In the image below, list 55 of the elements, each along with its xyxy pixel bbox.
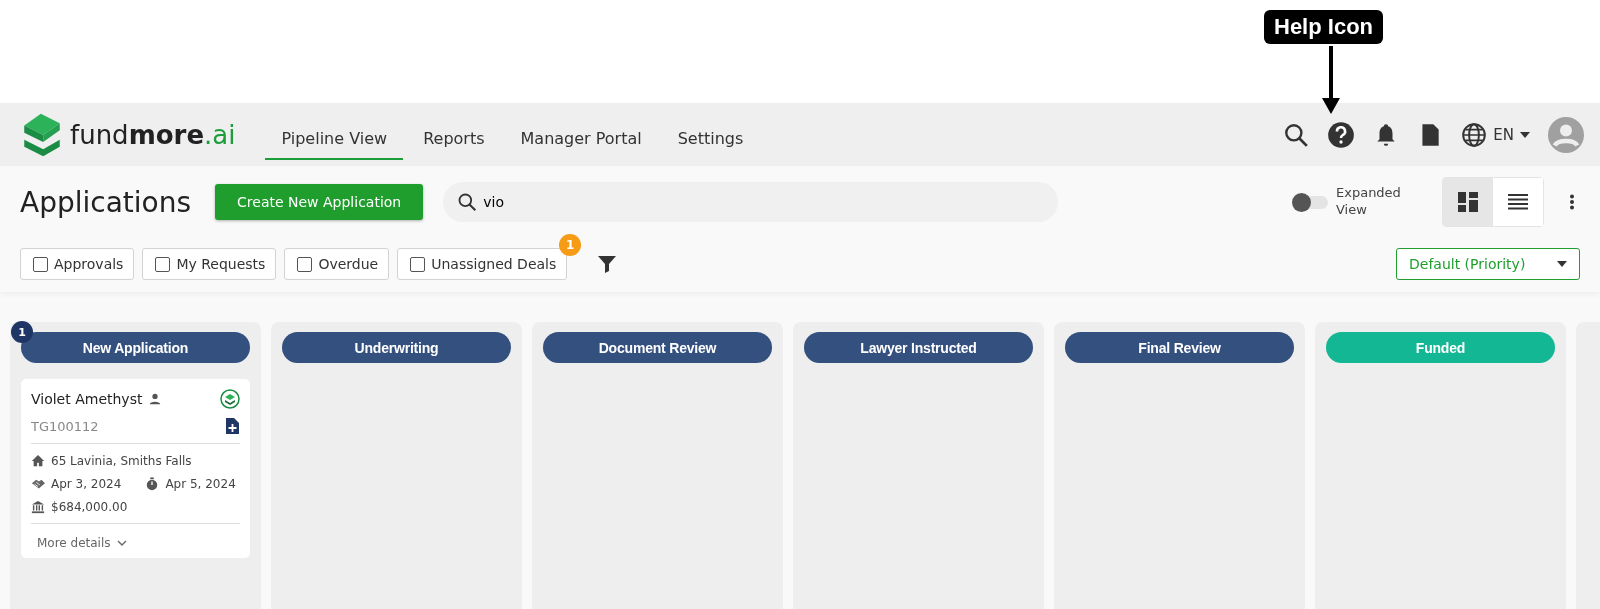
search-icon[interactable] [1283, 121, 1310, 148]
logo-text: fundmore.ai [70, 119, 236, 150]
callout-arrow [1321, 46, 1341, 116]
filter-icon[interactable] [597, 254, 618, 274]
start-date: Apr 3, 2024 [51, 477, 122, 491]
property-address: 65 Lavinia, Smiths Falls [51, 454, 192, 468]
stage-header: Final Review [1065, 332, 1294, 363]
count-badge: 1 [559, 234, 582, 256]
filter-checkbox[interactable]: Unassigned Deals [397, 248, 568, 280]
help-icon[interactable] [1327, 120, 1356, 149]
due-date: Apr 5, 2024 [165, 477, 236, 491]
globe-icon[interactable] [1461, 121, 1488, 148]
handshake-icon [31, 477, 45, 491]
caret-icon [1557, 261, 1567, 267]
checkbox[interactable] [155, 256, 171, 272]
checkbox[interactable] [297, 256, 313, 272]
stage-header: Funded [1326, 332, 1555, 363]
language-label[interactable]: EN [1493, 125, 1514, 144]
filter-checkbox[interactable]: Approvals [20, 248, 135, 280]
expanded-view-label: Expanded View [1336, 185, 1402, 219]
bank-icon [31, 500, 45, 514]
checkbox[interactable] [33, 256, 48, 272]
stage-header: Document Review [543, 332, 772, 363]
board-view-icon [1458, 192, 1478, 212]
board-view-button[interactable] [1443, 178, 1493, 226]
stack-logo-icon [220, 389, 240, 409]
applicant-name: Violet Amethyst [31, 391, 143, 407]
search-icon [457, 192, 478, 212]
stage-header: Lawyer Instructed [804, 332, 1033, 363]
list-view-icon [1508, 193, 1528, 211]
stage-header: Underwriting [282, 332, 511, 363]
sort-dropdown[interactable]: Default (Priority) [1396, 248, 1580, 280]
page-title: Applications [20, 185, 192, 219]
nav-tab[interactable]: Manager Portal [504, 109, 658, 160]
application-id: TG100112 [31, 418, 99, 434]
search-field[interactable]: vio [443, 182, 1059, 222]
loan-amount: $684,000.00 [51, 500, 128, 514]
more-details-button[interactable]: More details [31, 534, 133, 552]
help-icon-callout: Help Icon [1264, 10, 1383, 44]
filter-checkbox[interactable]: My Requests [142, 248, 277, 280]
nav-tab[interactable]: Reports [407, 109, 501, 160]
chevron-down-icon [116, 540, 127, 546]
add-document-icon[interactable] [224, 418, 240, 434]
filter-checkbox[interactable]: Overdue [284, 248, 390, 280]
home-icon [31, 454, 45, 468]
count-badge: 1 [11, 321, 33, 343]
nav-tab[interactable]: Settings [661, 109, 760, 160]
caret-icon [1520, 129, 1530, 140]
stopwatch-icon [145, 477, 160, 491]
create-application-button[interactable]: Create New Application [215, 184, 424, 220]
expanded-view-toggle[interactable] [1292, 193, 1330, 211]
checkbox[interactable] [410, 256, 426, 272]
application-card[interactable]: Violet Amethyst TG100112 65 Lavinia, Smiths Falls Apr 3, 2024 Apr 5, 2024 $684,000.00 More details [21, 379, 250, 558]
person-icon [148, 392, 163, 406]
nav-tab[interactable]: Pipeline View [265, 109, 404, 160]
